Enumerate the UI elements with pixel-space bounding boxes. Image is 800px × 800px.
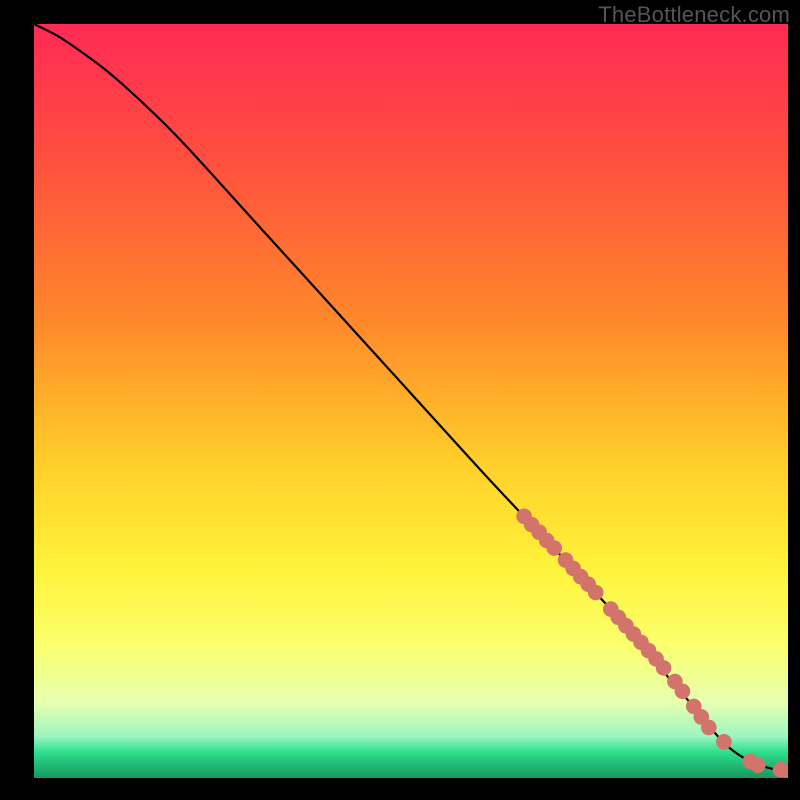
highlight-dot	[701, 720, 717, 736]
highlight-dot	[675, 683, 691, 699]
highlight-dot	[546, 540, 562, 556]
highlight-dot	[716, 734, 732, 750]
plot-area	[34, 24, 788, 778]
chart-stage: TheBottleneck.com	[0, 0, 800, 800]
gradient-background	[34, 24, 788, 778]
highlight-dot	[656, 660, 672, 676]
chart-svg	[34, 24, 788, 778]
highlight-dot	[588, 585, 604, 601]
highlight-dot	[750, 757, 766, 773]
